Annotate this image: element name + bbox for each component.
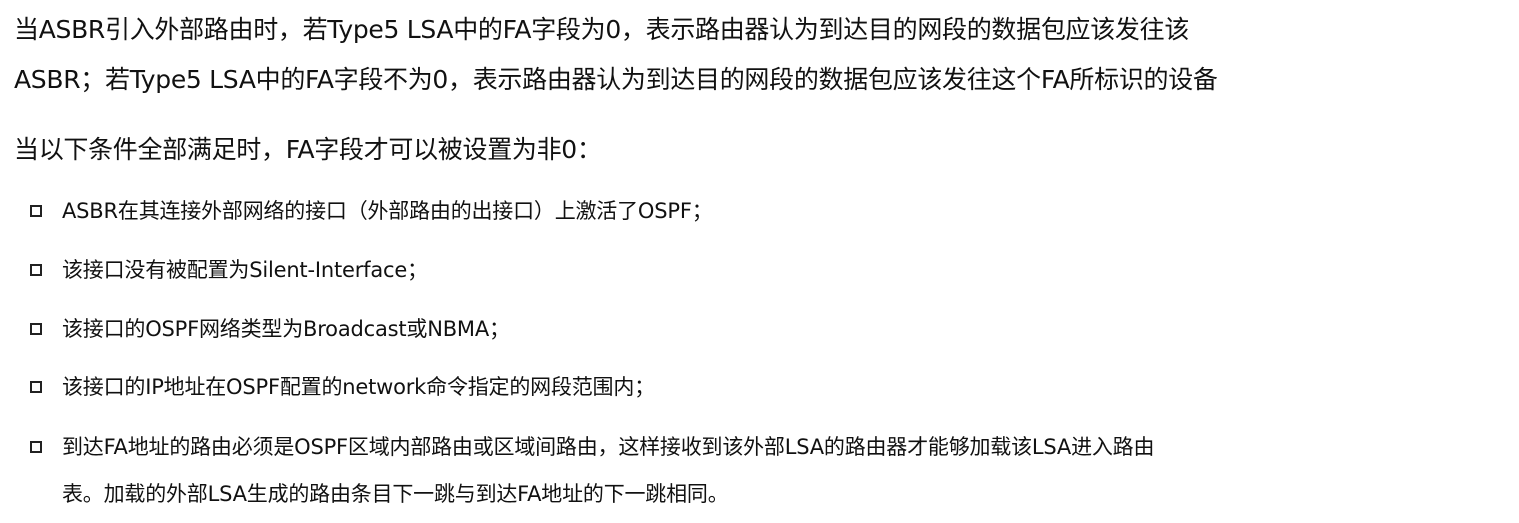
square-bullet-icon [30, 323, 42, 335]
list-item: 该接口的OSPF网络类型为Broadcast或NBMA； [62, 317, 510, 341]
paragraph-line: ASBR；若Type5 LSA中的FA字段不为0，表示路由器认为到达目的网段的数… [14, 65, 1218, 94]
list-item: ASBR在其连接外部网络的接口（外部路由的出接口）上激活了OSPF； [62, 199, 713, 223]
square-bullet-icon [30, 441, 42, 453]
list-item: 到达FA地址的路由必须是OSPF区域内部路由或区域间路由，这样接收到该外部LSA… [62, 435, 1155, 459]
list-item-continuation: 表。加载的外部LSA生成的路由条目下一跳与到达FA地址的下一跳相同。 [62, 482, 729, 506]
square-bullet-icon [30, 264, 42, 276]
conditions-heading: 当以下条件全部满足时，FA字段才可以被设置为非0： [14, 135, 602, 164]
paragraph-line: 当ASBR引入外部路由时，若Type5 LSA中的FA字段为0，表示路由器认为到… [14, 15, 1190, 44]
square-bullet-icon [30, 205, 42, 217]
list-item: 该接口的IP地址在OSPF配置的network命令指定的网段范围内； [62, 375, 655, 399]
list-item: 该接口没有被配置为Silent-Interface； [62, 258, 428, 282]
square-bullet-icon [30, 381, 42, 393]
